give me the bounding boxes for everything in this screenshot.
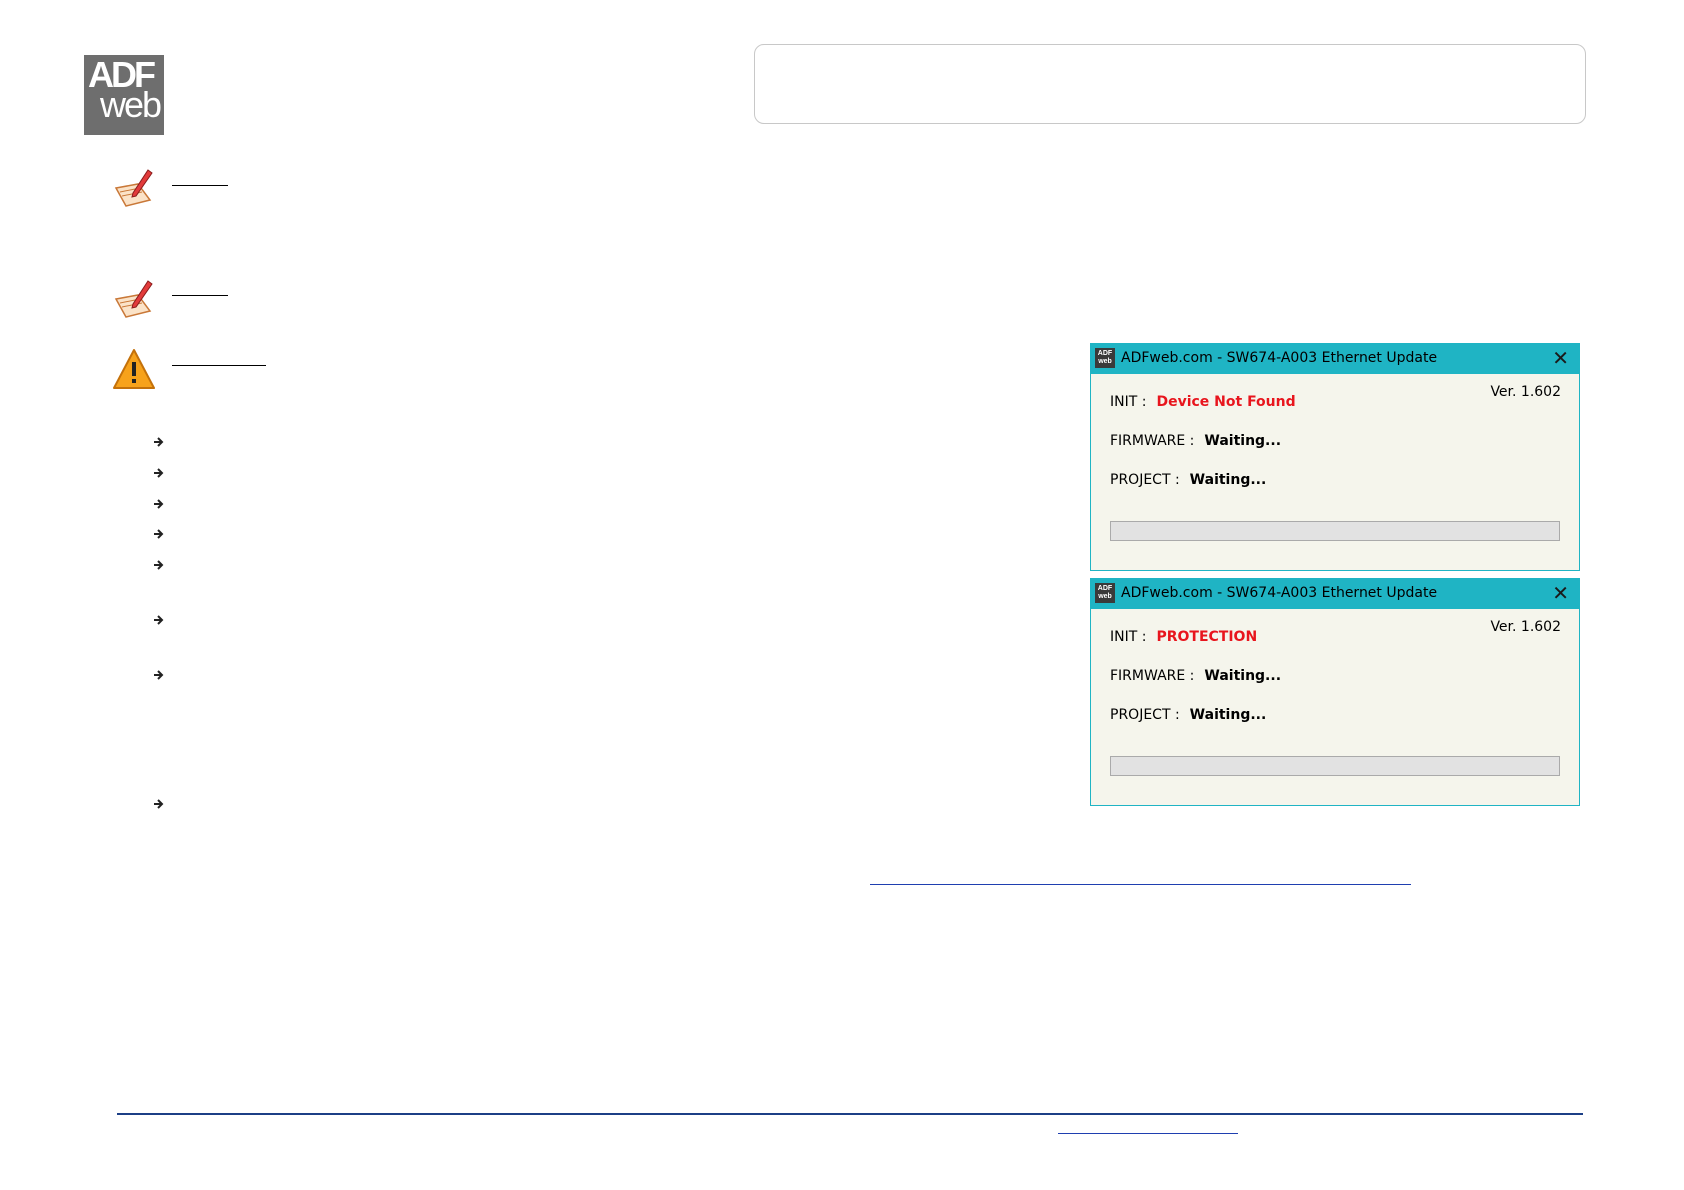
note-label-underline <box>172 295 228 296</box>
warning-label-underline <box>172 365 266 366</box>
init-label: INIT : <box>1110 394 1147 410</box>
close-icon[interactable]: ✕ <box>1552 347 1569 369</box>
bullet-icon <box>154 437 164 447</box>
firmware-status: Waiting... <box>1204 433 1282 449</box>
note-icon <box>114 280 153 318</box>
warning-icon <box>113 349 155 389</box>
adfweb-app-icon: ADF web <box>1095 348 1115 368</box>
logo-line-2: web <box>100 84 162 125</box>
init-row: INIT : Device Not Found <box>1110 394 1296 410</box>
bullet-icon <box>154 499 164 509</box>
bullet-icon <box>154 468 164 478</box>
bullet-icon <box>154 799 164 809</box>
version-label: Ver. 1.602 <box>1490 619 1561 635</box>
project-label: PROJECT : <box>1110 707 1180 723</box>
init-row: INIT : PROTECTION <box>1110 629 1257 645</box>
progress-bar <box>1110 756 1560 776</box>
window-titlebar[interactable]: ADF web ADFweb.com - SW674-A003 Ethernet … <box>1091 344 1579 374</box>
version-label: Ver. 1.602 <box>1490 384 1561 400</box>
update-window[interactable]: ADF web ADFweb.com - SW674-A003 Ethernet … <box>1090 343 1580 571</box>
adfweb-app-icon: ADF web <box>1095 583 1115 603</box>
header-box <box>754 44 1586 124</box>
firmware-status: Waiting... <box>1204 668 1282 684</box>
window-titlebar[interactable]: ADF web ADFweb.com - SW674-A003 Ethernet … <box>1091 579 1579 609</box>
firmware-row: FIRMWARE : Waiting... <box>1110 668 1281 684</box>
close-icon[interactable]: ✕ <box>1552 582 1569 604</box>
adfweb-logo: ADF web <box>84 55 164 135</box>
init-label: INIT : <box>1110 629 1147 645</box>
project-status: Waiting... <box>1189 472 1267 488</box>
bullet-icon <box>154 529 164 539</box>
footer-divider <box>117 1113 1583 1115</box>
project-row: PROJECT : Waiting... <box>1110 707 1266 723</box>
firmware-row: FIRMWARE : Waiting... <box>1110 433 1281 449</box>
bullet-icon <box>154 670 164 680</box>
project-row: PROJECT : Waiting... <box>1110 472 1266 488</box>
update-window[interactable]: ADF web ADFweb.com - SW674-A003 Ethernet … <box>1090 578 1580 806</box>
firmware-label: FIRMWARE : <box>1110 433 1195 449</box>
firmware-label: FIRMWARE : <box>1110 668 1195 684</box>
project-label: PROJECT : <box>1110 472 1180 488</box>
note-label-underline <box>172 185 228 186</box>
footer-hyperlink-underline[interactable] <box>1058 1133 1238 1134</box>
window-title: ADFweb.com - SW674-A003 Ethernet Update <box>1121 350 1438 366</box>
project-status: Waiting... <box>1189 707 1267 723</box>
init-status: PROTECTION <box>1156 629 1258 645</box>
bullet-icon <box>154 560 164 570</box>
progress-bar <box>1110 521 1560 541</box>
init-status: Device Not Found <box>1156 394 1296 410</box>
note-icon <box>114 169 153 207</box>
hyperlink-underline[interactable] <box>870 884 1411 885</box>
window-title: ADFweb.com - SW674-A003 Ethernet Update <box>1121 585 1438 601</box>
bullet-icon <box>154 615 164 625</box>
